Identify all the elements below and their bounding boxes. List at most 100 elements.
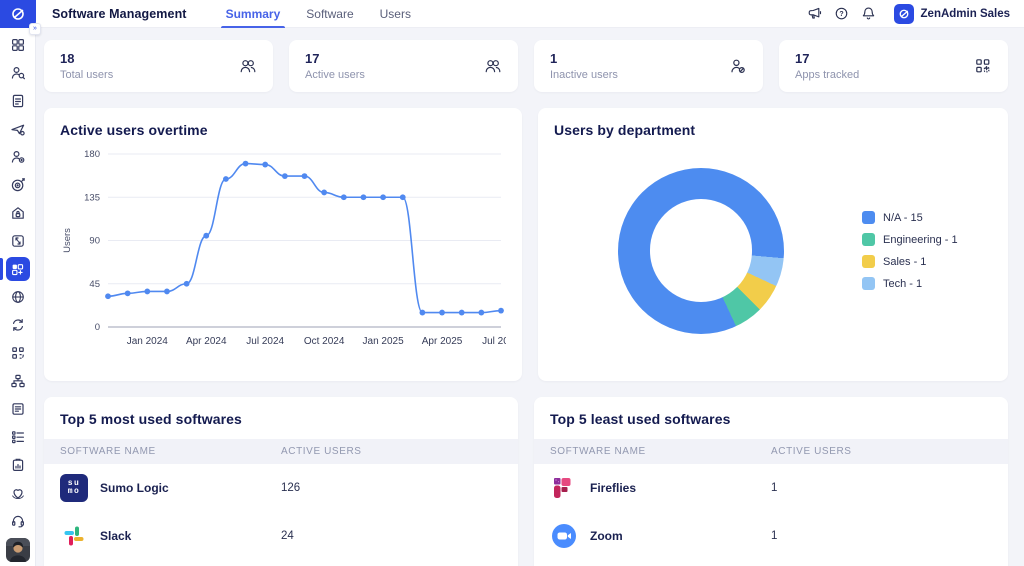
panel-title: Users by department [554,122,992,138]
legend-swatch [862,211,875,224]
column-software-name: SOFTWARE NAME [60,446,281,457]
stat-card-apps-tracked: 17 Apps tracked [779,40,1008,92]
sidebar-item-people-search[interactable] [0,59,35,87]
legend-label: N/A - 15 [883,212,923,224]
legend-swatch [862,233,875,246]
account-logo [894,4,914,24]
active-users-count: 1 [771,482,992,494]
expand-sidebar-button[interactable]: » [29,23,41,35]
apps-tracked-icon [974,57,992,75]
software-name: Slack [100,529,131,543]
legend-item-na[interactable]: N/A - 15 [862,211,958,224]
tab-users[interactable]: Users [367,0,424,28]
topbar-actions: ? ZenAdmin Sales [805,4,1024,24]
least-used-softwares-panel: Top 5 least used softwares SOFTWARE NAME… [534,397,1008,566]
svg-text:0: 0 [95,322,100,333]
svg-text:Oct 2024: Oct 2024 [304,336,345,347]
help-button[interactable]: ? [832,4,852,24]
main-content: 18 Total users 17 Active users 1 Inactiv… [36,28,1024,566]
table-row-slack[interactable]: Slack 24 [44,512,518,560]
stat-value: 17 [305,51,365,66]
panel-title: Top 5 most used softwares [44,411,518,427]
legend-swatch [862,277,875,290]
legend-label: Sales - 1 [883,256,926,268]
users-icon [484,57,502,75]
sidebar-item-org-chart[interactable] [0,367,35,395]
sidebar-item-analytics[interactable] [0,451,35,479]
tab-summary[interactable]: Summary [213,0,294,28]
legend-label: Engineering - 1 [883,234,958,246]
stat-value: 18 [60,51,113,66]
user-avatar[interactable] [6,538,30,562]
svg-text:Jan 2025: Jan 2025 [363,336,405,347]
software-name: Sumo Logic [100,481,169,495]
legend-item-sales[interactable]: Sales - 1 [862,255,958,268]
dashboard-icon [10,37,26,53]
legend-item-tech[interactable]: Tech - 1 [862,277,958,290]
user-inactive-icon [729,57,747,75]
stat-label: Total users [60,69,113,81]
sidebar-item-goals[interactable] [0,171,35,199]
user-avatar-photo [6,538,30,562]
legend-label: Tech - 1 [883,278,922,290]
home-security-icon [10,205,26,221]
sidebar-item-benefits[interactable] [0,479,35,507]
sidebar-item-support[interactable] [0,507,35,535]
sidebar-item-reports[interactable] [0,395,35,423]
sidebar-item-sync[interactable] [0,311,35,339]
sidebar-item-devices[interactable] [0,339,35,367]
sidebar-item-home-security[interactable] [0,199,35,227]
tab-software[interactable]: Software [293,0,366,28]
sidebar-item-dashboard[interactable] [0,31,35,59]
devices-qr-icon [10,345,26,361]
zoom-logo [550,522,578,550]
svg-text:Jul 2024: Jul 2024 [246,336,284,347]
charts-row: Active users overtime 04590135180Jan 202… [44,108,1008,381]
active-users-line-chart: 04590135180Jan 2024Apr 2024Jul 2024Oct 2… [60,138,506,356]
active-users-panel: Active users overtime 04590135180Jan 202… [44,108,522,381]
asset-transfer-icon [10,233,26,249]
sidebar-item-documents[interactable] [0,87,35,115]
sidebar-item-travel[interactable] [0,115,35,143]
account-switcher[interactable]: ZenAdmin Sales [894,4,1010,24]
sidebar-item-global-settings[interactable] [0,283,35,311]
column-active-users: ACTIVE USERS [281,446,502,457]
donut-legend: N/A - 15 Engineering - 1 Sales - 1 Tech … [862,211,958,290]
people-search-icon [10,65,26,81]
announcements-button[interactable] [805,4,825,24]
stat-label: Apps tracked [795,69,859,81]
donut-chart-area: N/A - 15 Engineering - 1 Sales - 1 Tech … [554,138,992,363]
svg-text:90: 90 [89,236,100,247]
table-row-sumologic[interactable]: su mo Sumo Logic 126 [44,464,518,512]
department-donut-chart [618,168,784,334]
svg-text:Users: Users [62,228,73,253]
svg-text:Apr 2024: Apr 2024 [186,336,227,347]
notifications-button[interactable] [859,4,879,24]
software-apps-icon [10,262,25,277]
sidebar [0,0,36,566]
table-row-zoom[interactable]: Zoom 1 [534,512,1008,560]
sidebar-item-asset-transfer[interactable] [0,227,35,255]
analytics-clipboard-icon [10,457,26,473]
global-settings-icon [10,289,26,305]
travel-icon [10,121,26,137]
legend-item-engineering[interactable]: Engineering - 1 [862,233,958,246]
sync-icon [10,317,26,333]
help-circle-icon: ? [834,6,849,21]
zenadmin-logo-icon [898,8,910,20]
column-active-users: ACTIVE USERS [771,446,992,457]
legend-swatch [862,255,875,268]
sidebar-item-user-settings[interactable] [0,143,35,171]
sidebar-item-tasks-checklist[interactable] [0,423,35,451]
stat-label: Active users [305,69,365,81]
goals-target-icon [10,177,26,193]
table-row-fireflies[interactable]: Fireflies 1 [534,464,1008,512]
zenadmin-logo-icon [10,6,26,22]
sidebar-item-software-apps[interactable] [0,255,35,283]
tasks-checklist-icon [10,429,26,445]
megaphone-icon [807,6,822,21]
page-title: Software Management [52,7,187,21]
software-apps-active-tile [6,257,30,281]
svg-text:Apr 2025: Apr 2025 [422,336,463,347]
users-icon [239,57,257,75]
